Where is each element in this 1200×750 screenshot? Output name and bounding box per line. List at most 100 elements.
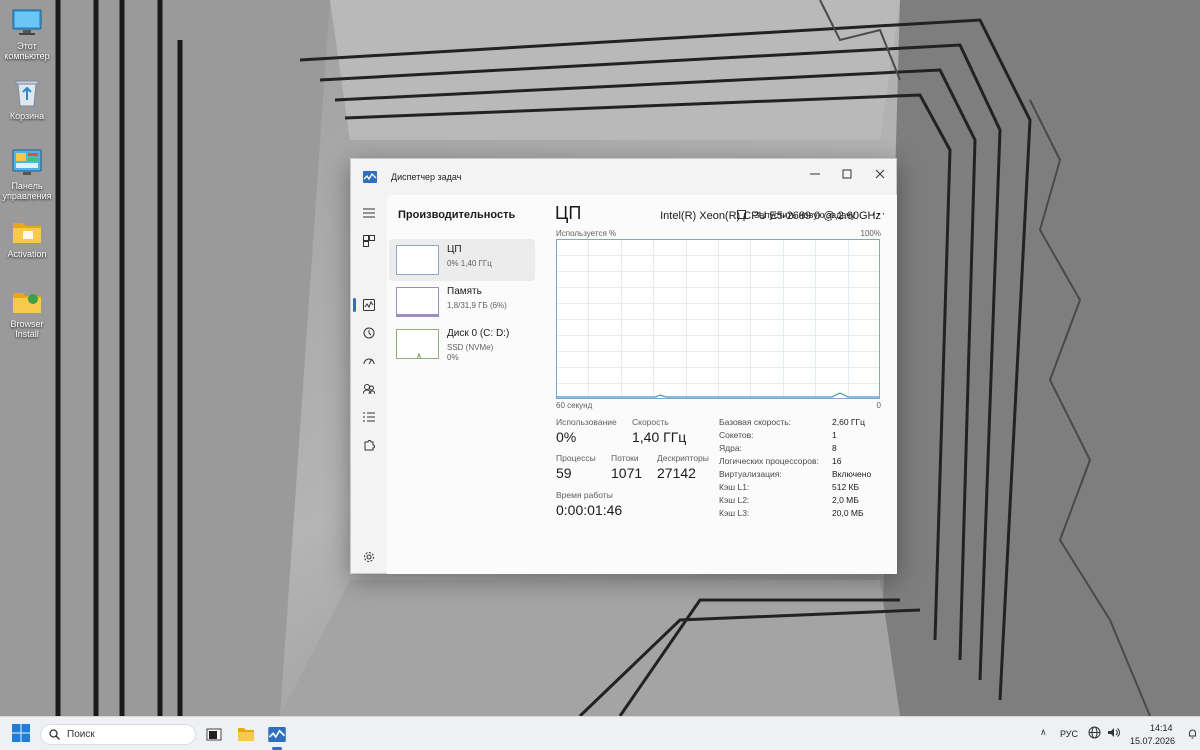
nav-users[interactable] bbox=[357, 377, 381, 401]
spec-value: Включено bbox=[832, 469, 872, 479]
perf-item-subtitle: 1,8/31,9 ГБ (6%) bbox=[447, 301, 507, 310]
start-button[interactable] bbox=[12, 724, 30, 747]
hamburger-icon bbox=[363, 208, 375, 218]
close-button[interactable] bbox=[864, 163, 896, 185]
desktop-icon-label: Browser Install bbox=[10, 319, 44, 339]
handles-value: 27142 bbox=[657, 465, 696, 481]
language-indicator[interactable]: РУС bbox=[1060, 729, 1078, 739]
nav-startup-apps[interactable] bbox=[357, 349, 381, 373]
monitor-icon bbox=[12, 9, 42, 35]
clock-date[interactable]: 15.07.2026 bbox=[1130, 736, 1175, 746]
folder-icon bbox=[238, 728, 254, 741]
users-icon bbox=[363, 384, 375, 395]
desktop-icon-label: Панель управления bbox=[2, 181, 52, 201]
network-icon[interactable] bbox=[1088, 726, 1101, 739]
volume-icon[interactable] bbox=[1107, 726, 1120, 739]
desktop-icon-browser-install[interactable]: Browser Install bbox=[2, 288, 52, 339]
processes-value: 59 bbox=[556, 465, 572, 481]
spec-value: 2,0 МБ bbox=[832, 495, 859, 505]
title-bar[interactable]: Диспетчер задач bbox=[351, 159, 896, 195]
folder-icon bbox=[13, 293, 41, 313]
nav-processes[interactable] bbox=[357, 229, 381, 253]
spec-label: Ядра: bbox=[719, 443, 742, 453]
folder-icon bbox=[13, 223, 41, 243]
perf-item-subtitle: 0% 1,40 ГГц bbox=[447, 259, 492, 268]
threads-value: 1071 bbox=[611, 465, 643, 481]
main-content: Производительность Запустить новую задач… bbox=[387, 195, 897, 574]
maximize-icon bbox=[842, 169, 852, 179]
recycle-bin-icon bbox=[15, 80, 39, 107]
windows-logo-icon bbox=[12, 724, 30, 742]
minimize-icon bbox=[810, 173, 820, 175]
nav-performance[interactable] bbox=[357, 293, 381, 317]
active-nav-indicator bbox=[353, 298, 356, 312]
usage-label: Использование bbox=[556, 417, 617, 427]
task-manager-window: Диспетчер задач Производительность Запус… bbox=[350, 158, 897, 574]
spec-value: 512 КБ bbox=[832, 482, 860, 492]
search-placeholder: Поиск bbox=[67, 729, 95, 740]
spec-label: Виртуализация: bbox=[719, 469, 782, 479]
search-icon bbox=[49, 729, 60, 740]
desktop-icon-recycle-bin[interactable]: Корзина bbox=[2, 78, 52, 121]
nav-details[interactable] bbox=[357, 405, 381, 429]
page-title: Производительность bbox=[398, 209, 516, 221]
taskbar-file-explorer[interactable] bbox=[234, 723, 258, 745]
taskbar-task-view[interactable] bbox=[202, 723, 226, 745]
graph-label-max: 100% bbox=[860, 229, 881, 238]
perf-item-cpu[interactable]: ЦП 0% 1,40 ГГц bbox=[389, 239, 535, 281]
processes-label: Процессы bbox=[556, 453, 596, 463]
perf-item-name: Диск 0 (C: D:) bbox=[447, 328, 510, 339]
graph-label-usage: Используется % bbox=[556, 229, 617, 238]
puzzle-icon bbox=[364, 440, 375, 451]
speed-value: 1,40 ГГц bbox=[632, 429, 687, 445]
spec-label: Базовая скорость: bbox=[719, 417, 792, 427]
hamburger-menu-button[interactable] bbox=[357, 201, 381, 225]
perf-item-memory[interactable]: Память 1,8/31,9 ГБ (6%) bbox=[389, 281, 535, 323]
uptime-label: Время работы bbox=[556, 490, 613, 500]
desktop-icon-label: Activation bbox=[7, 249, 47, 259]
system-tray bbox=[1088, 726, 1120, 739]
spec-label: Логических процессоров: bbox=[719, 456, 819, 466]
performance-icon bbox=[363, 299, 375, 311]
desktop-icon-control-panel[interactable]: Панель управления bbox=[2, 148, 52, 201]
perf-item-subtitle: SSD (NVMe) bbox=[447, 343, 494, 352]
show-hidden-icons-button[interactable]: ∧ bbox=[1040, 727, 1047, 738]
disk-thumbnail-graph bbox=[396, 329, 439, 359]
speedometer-icon bbox=[363, 358, 375, 365]
control-panel-icon bbox=[12, 149, 42, 175]
spec-label: Кэш L2: bbox=[719, 495, 750, 505]
gear-icon bbox=[364, 552, 374, 562]
taskbar: Поиск ∧ РУС 14:14 15.07.2026 bbox=[0, 716, 1200, 750]
spec-value: 20,0 МБ bbox=[832, 508, 864, 518]
graph-label-time: 60 секунд bbox=[556, 401, 593, 410]
spec-label: Сокетов: bbox=[719, 430, 754, 440]
nav-settings[interactable] bbox=[357, 545, 381, 569]
clock-time[interactable]: 14:14 bbox=[1150, 723, 1173, 733]
desktop-icon-label: Этот компьютер bbox=[4, 41, 50, 61]
task-manager-icon bbox=[268, 726, 286, 742]
taskbar-task-manager[interactable] bbox=[265, 723, 289, 745]
task-view-icon bbox=[206, 728, 222, 741]
perf-item-disk[interactable]: Диск 0 (C: D:) SSD (NVMe) 0% bbox=[389, 323, 535, 365]
disk-spark-line bbox=[416, 352, 422, 358]
speed-label: Скорость bbox=[632, 417, 669, 427]
desktop-icon-this-pc[interactable]: Этот компьютер bbox=[2, 8, 52, 61]
spec-value: 8 bbox=[832, 443, 837, 453]
uptime-value: 0:00:01:46 bbox=[556, 502, 623, 518]
threads-label: Потоки bbox=[611, 453, 639, 463]
perf-item-name: Память bbox=[447, 286, 482, 297]
handles-label: Дескрипторы bbox=[657, 453, 709, 463]
minimize-button[interactable] bbox=[799, 163, 831, 185]
notification-bell-icon[interactable] bbox=[1188, 729, 1197, 739]
perf-item-usage: 0% bbox=[447, 353, 459, 362]
maximize-button[interactable] bbox=[831, 163, 863, 185]
nav-app-history[interactable] bbox=[357, 321, 381, 345]
spec-label: Кэш L3: bbox=[719, 508, 750, 518]
perf-item-name: ЦП bbox=[447, 244, 462, 255]
spec-value: 16 bbox=[832, 456, 842, 466]
nav-services[interactable] bbox=[357, 433, 381, 457]
spec-label: Кэш L1: bbox=[719, 482, 750, 492]
desktop-icon-label: Корзина bbox=[9, 111, 45, 121]
taskbar-search[interactable]: Поиск bbox=[40, 724, 196, 745]
desktop-icon-activation[interactable]: Activation bbox=[2, 218, 52, 259]
